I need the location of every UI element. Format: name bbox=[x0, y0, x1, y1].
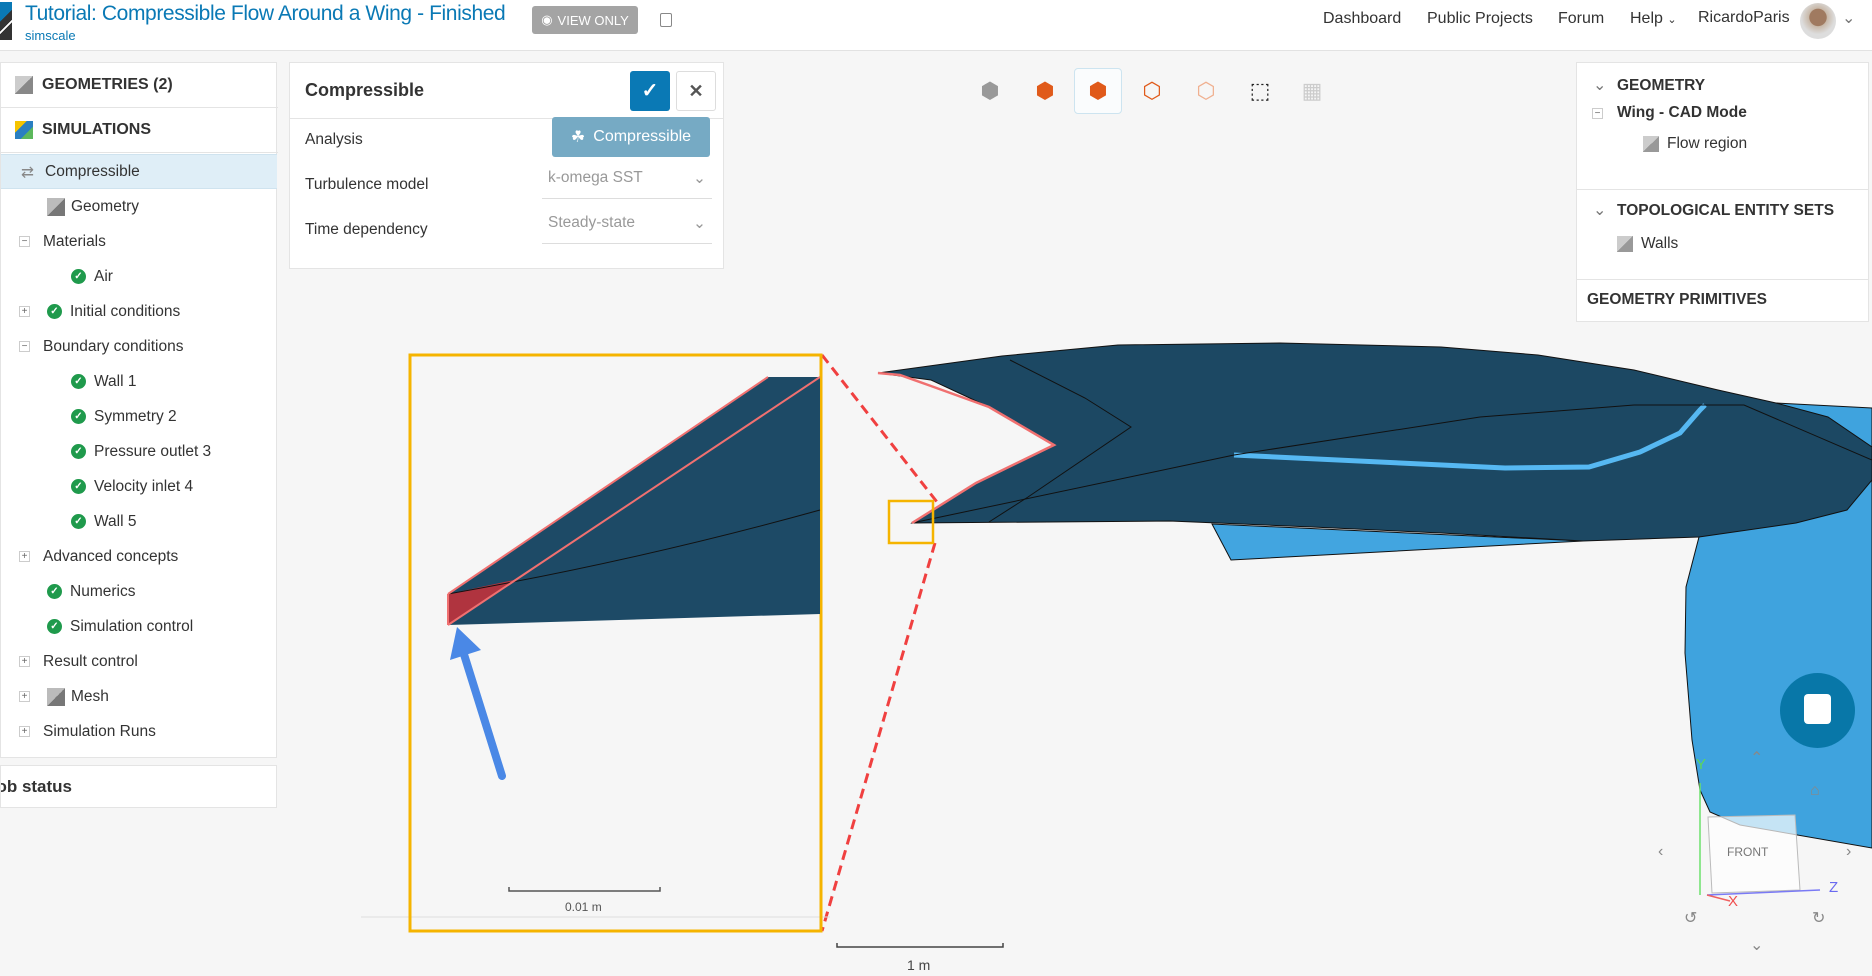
wing bbox=[877, 342, 1872, 542]
topological-sets-heading[interactable]: TOPOLOGICAL ENTITY SETS bbox=[1617, 202, 1834, 220]
rotate-right-icon[interactable]: › bbox=[1846, 843, 1851, 861]
view-cube-face-label[interactable]: FRONT bbox=[1727, 845, 1768, 859]
x-axis-label: X bbox=[1728, 893, 1739, 910]
select-volume-icon[interactable]: ⬢ bbox=[1021, 68, 1069, 114]
entity-set-walls[interactable]: Walls bbox=[1617, 235, 1678, 253]
select-point-icon[interactable]: ⬡ bbox=[1182, 68, 1230, 114]
geometry-primitives-heading[interactable]: GEOMETRY PRIMITIVES bbox=[1587, 291, 1767, 309]
divider bbox=[1577, 279, 1868, 280]
inset-scale-label: 0.01 m bbox=[565, 900, 602, 914]
select-edge-icon[interactable]: ⬡ bbox=[1128, 68, 1176, 114]
chat-button[interactable] bbox=[1780, 673, 1855, 748]
x-axis bbox=[1706, 894, 1731, 902]
rotate-down-icon[interactable]: ⌄ bbox=[1750, 935, 1763, 955]
chat-icon bbox=[1804, 694, 1831, 724]
callout-line bbox=[820, 542, 937, 932]
chevron-down-icon[interactable]: ⌄ bbox=[1593, 75, 1606, 95]
geometry-tree-panel: GEOMETRY ⌄ − Wing - CAD Mode Flow region… bbox=[1576, 62, 1869, 322]
home-view-icon[interactable]: ⌂ bbox=[1810, 782, 1820, 800]
inset-scale-bar bbox=[508, 887, 661, 892]
chevron-down-icon[interactable]: ⌄ bbox=[1593, 200, 1606, 220]
mesh-view-icon[interactable]: ▦ bbox=[1288, 68, 1336, 114]
roll-left-icon[interactable]: ↺ bbox=[1684, 908, 1697, 928]
geometry-heading[interactable]: GEOMETRY bbox=[1617, 77, 1705, 95]
scale-bar bbox=[836, 943, 1004, 948]
geometry-item-flow-region[interactable]: Flow region bbox=[1643, 135, 1747, 153]
y-axis-label: Y bbox=[1696, 756, 1707, 773]
select-face-icon[interactable]: ⬢ bbox=[1074, 68, 1122, 114]
volume-icon bbox=[1643, 136, 1659, 152]
collapse-icon[interactable]: − bbox=[1592, 108, 1603, 119]
solid-view-icon[interactable]: ⬢ bbox=[966, 68, 1014, 114]
walls-label: Walls bbox=[1641, 235, 1679, 252]
flow-region-label: Flow region bbox=[1667, 135, 1748, 152]
divider bbox=[1577, 189, 1868, 190]
rotate-up-icon[interactable]: ⌃ bbox=[1750, 748, 1763, 768]
rotate-left-icon[interactable]: ‹ bbox=[1658, 843, 1663, 861]
box-select-icon[interactable]: ⬚ bbox=[1236, 68, 1284, 114]
pointer-arrow bbox=[458, 644, 506, 780]
roll-right-icon[interactable]: ↻ bbox=[1812, 908, 1825, 928]
faces-icon bbox=[1617, 236, 1633, 252]
geometry-item-wing[interactable]: Wing - CAD Mode bbox=[1617, 104, 1747, 122]
z-axis-label: Z bbox=[1829, 879, 1839, 896]
scale-label: 1 m bbox=[907, 957, 931, 973]
